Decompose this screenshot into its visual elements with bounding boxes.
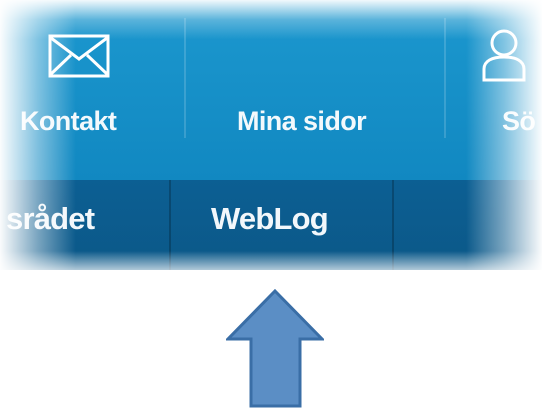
contact-label: Kontakt	[20, 106, 117, 136]
up-arrow-annotation	[226, 289, 324, 408]
secondary-nav-item-area[interactable]: srådet	[6, 201, 95, 237]
search-link[interactable]: Sö	[446, 0, 542, 180]
envelope-icon	[48, 34, 110, 78]
my-pages-link[interactable]: Mina sidor	[186, 0, 526, 180]
secondary-nav-divider	[392, 180, 394, 270]
search-label: Sö	[502, 106, 536, 136]
annotated-navigation-screenshot: Kontakt Mina sidor Sö srådet WebLog	[0, 0, 542, 408]
website-navigation: Kontakt Mina sidor Sö srådet WebLog	[0, 0, 542, 282]
my-pages-label: Mina sidor	[237, 106, 367, 136]
secondary-nav-divider	[169, 180, 171, 270]
secondary-nav-item-weblog[interactable]: WebLog	[211, 201, 329, 237]
contact-link[interactable]: Kontakt	[0, 0, 184, 180]
